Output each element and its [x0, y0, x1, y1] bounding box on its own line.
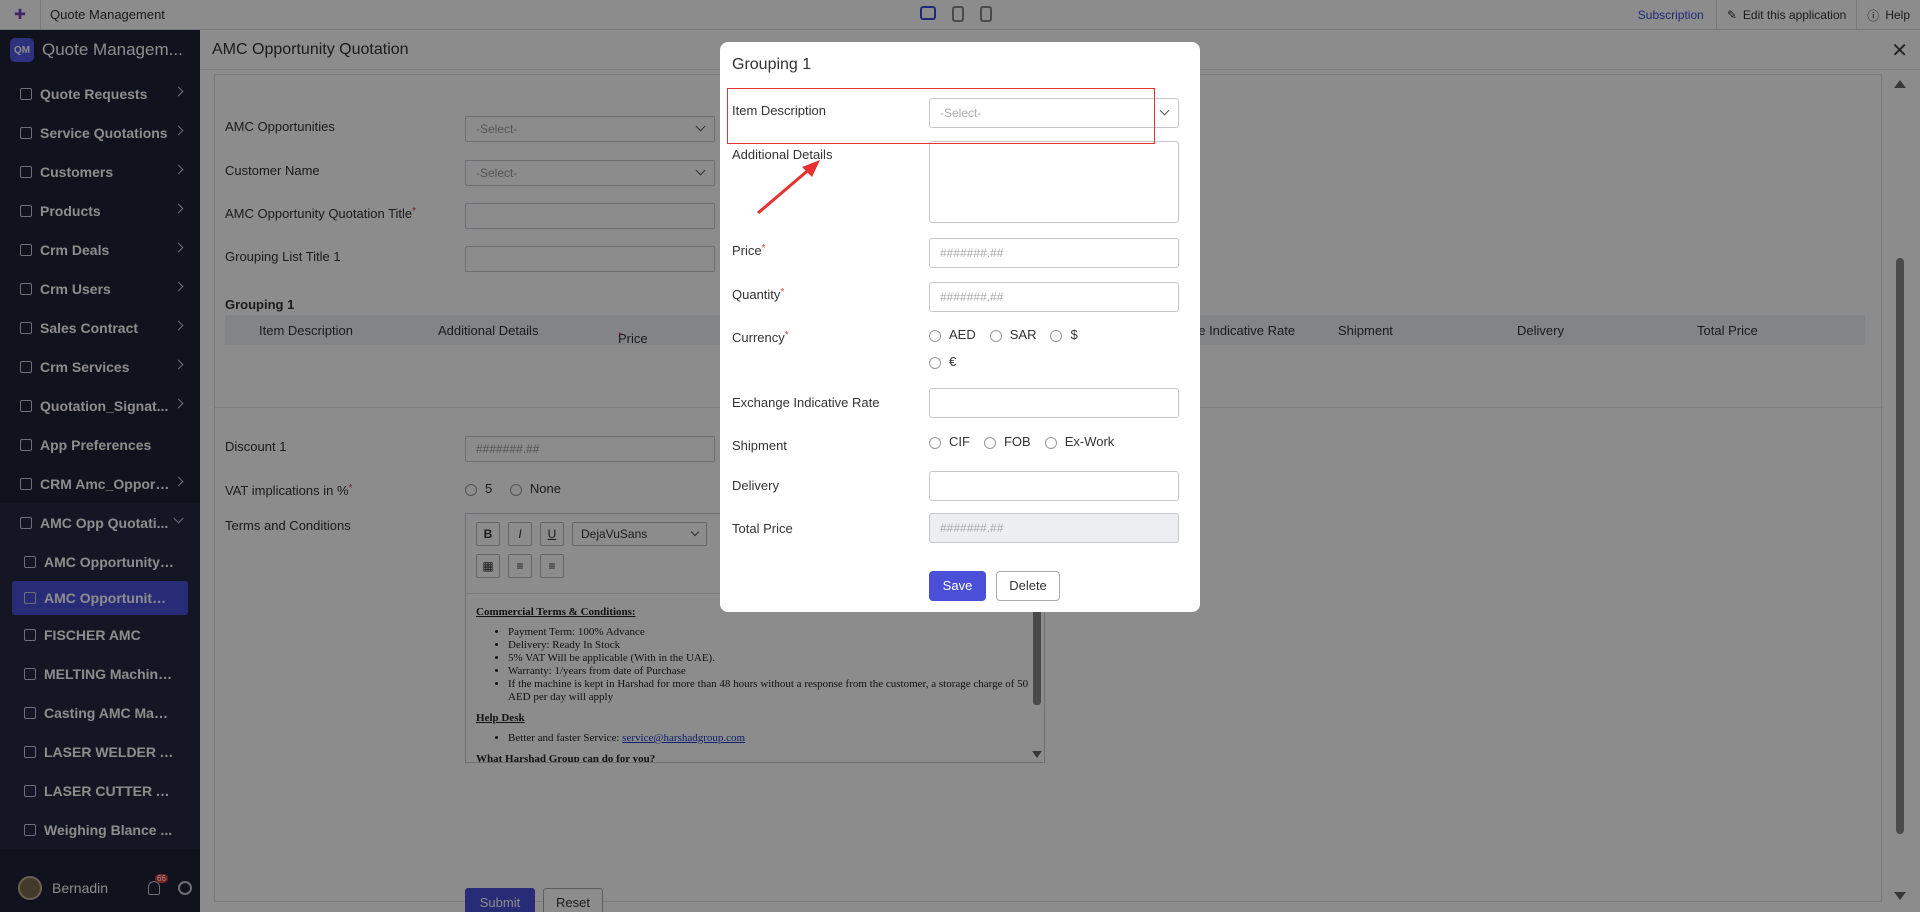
radio-label: AED	[949, 327, 976, 342]
quantity-label: Quantity*	[732, 287, 784, 302]
shipment-option-ex-work[interactable]: Ex-Work	[1044, 434, 1115, 449]
annotation-arrow-icon	[757, 160, 820, 215]
input-placeholder: #######.##	[940, 246, 1004, 260]
currency-option-usd[interactable]: $	[1050, 327, 1078, 342]
currency-label: Currency*	[732, 330, 789, 345]
radio-label: $	[1070, 327, 1078, 342]
required-marker: *	[784, 330, 789, 341]
input-placeholder: #######.##	[940, 521, 1004, 535]
currency-radio-group-row2: €	[929, 354, 970, 369]
radio-label: Ex-Work	[1064, 434, 1115, 449]
shipment-option-cif[interactable]: CIF	[929, 434, 970, 449]
currency-radio-group: AED SAR $	[929, 327, 1092, 342]
currency-option-sar[interactable]: SAR	[989, 327, 1037, 342]
exchange-rate-label: Exchange Indicative Rate	[732, 395, 880, 410]
currency-label-text: Currency	[732, 330, 785, 345]
shipment-label: Shipment	[732, 438, 787, 453]
delivery-label: Delivery	[732, 478, 779, 493]
total-price-label: Total Price	[732, 521, 793, 536]
radio-icon	[1044, 436, 1057, 449]
annotation-highlight-box	[727, 88, 1155, 144]
chevron-down-icon	[1159, 105, 1170, 116]
price-input[interactable]: #######.##	[929, 238, 1179, 268]
required-marker: *	[761, 243, 766, 254]
delivery-input[interactable]	[929, 471, 1179, 501]
quantity-label-text: Quantity	[732, 287, 781, 302]
required-marker: *	[780, 287, 785, 298]
exchange-rate-input[interactable]	[929, 388, 1179, 418]
price-label-text: Price	[732, 243, 762, 258]
quantity-input[interactable]: #######.##	[929, 282, 1179, 312]
radio-label: FOB	[1003, 434, 1031, 449]
price-label: Price*	[732, 243, 766, 258]
shipment-radio-group: CIF FOB Ex-Work	[929, 434, 1128, 449]
radio-icon	[929, 436, 941, 449]
save-button[interactable]: Save	[929, 571, 986, 601]
radio-icon	[989, 329, 1002, 342]
currency-option-aed[interactable]: AED	[929, 327, 976, 342]
radio-icon	[1050, 329, 1063, 342]
radio-icon	[929, 329, 941, 342]
currency-option-eur[interactable]: €	[929, 354, 956, 369]
radio-label: €	[949, 354, 957, 369]
delete-button[interactable]: Delete	[996, 571, 1060, 601]
modal-title: Grouping 1	[732, 56, 812, 73]
radio-label: SAR	[1009, 327, 1037, 342]
radio-icon	[983, 436, 996, 449]
additional-details-textarea[interactable]	[929, 141, 1179, 223]
total-price-input: #######.##	[929, 513, 1179, 543]
input-placeholder: #######.##	[940, 290, 1004, 304]
radio-icon	[929, 356, 941, 369]
radio-label: CIF	[949, 434, 970, 449]
shipment-option-fob[interactable]: FOB	[983, 434, 1031, 449]
